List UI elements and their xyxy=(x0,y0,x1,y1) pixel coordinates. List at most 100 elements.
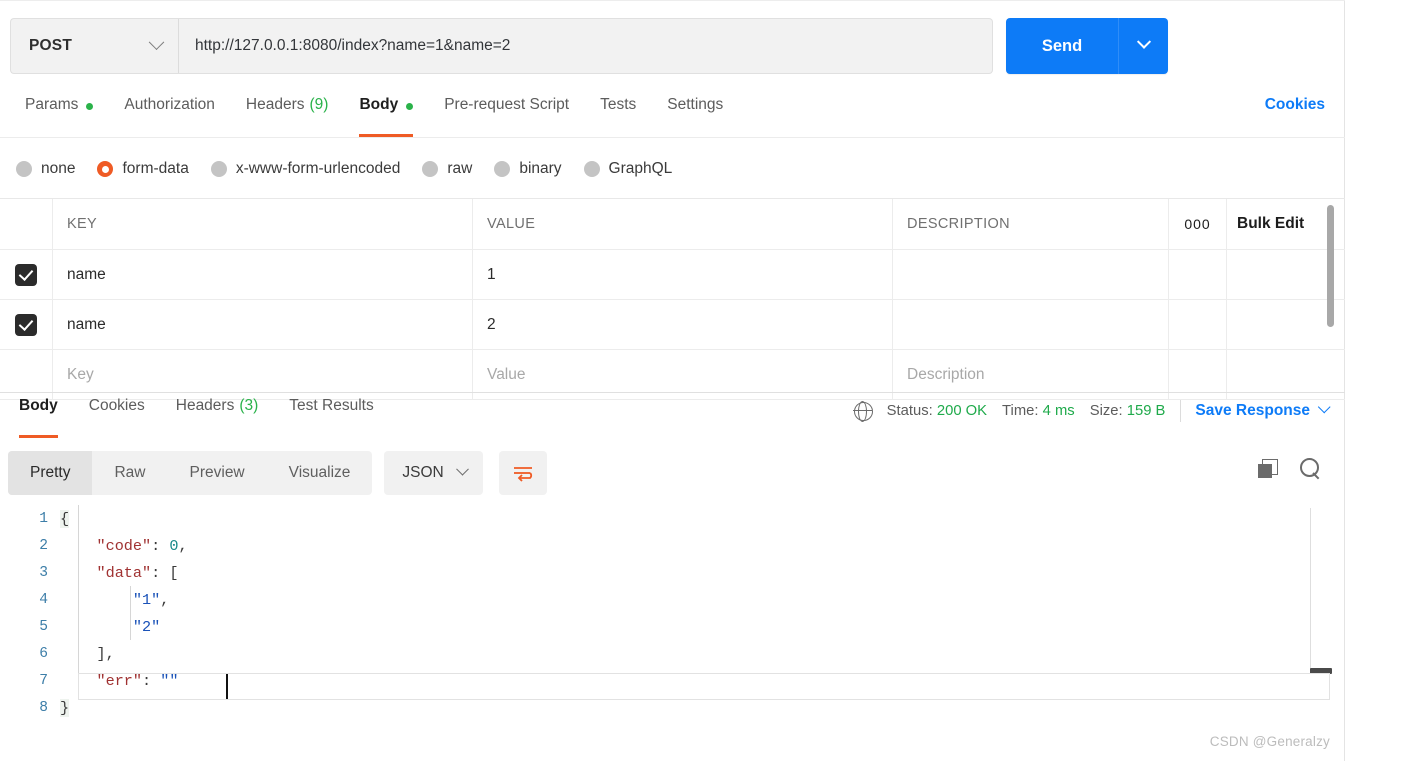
body-type-graphql[interactable]: GraphQL xyxy=(583,160,672,178)
code-token: , xyxy=(178,536,188,555)
globe-icon xyxy=(853,401,873,422)
code-token: : xyxy=(142,671,161,690)
divider xyxy=(1180,400,1182,422)
search-icon[interactable] xyxy=(1300,458,1322,480)
tab-label: Authorization xyxy=(124,96,215,113)
code-line: 2 "code": 0, xyxy=(0,532,1345,559)
code-line: 4 "1", xyxy=(0,586,1345,613)
table-options-icon[interactable]: 000 xyxy=(1184,216,1210,232)
code-token: "1" xyxy=(132,590,161,609)
unsaved-dot-icon xyxy=(86,103,94,110)
code-line-text: "2" xyxy=(60,618,160,636)
row-checkbox[interactable] xyxy=(15,313,37,336)
new-description-input[interactable]: Description xyxy=(907,366,985,384)
save-response-button[interactable]: Save Response xyxy=(1195,400,1331,420)
row-value[interactable]: 1 xyxy=(487,266,496,284)
response-tab-body[interactable]: Body xyxy=(4,393,74,438)
body-type-x-www-form-urlencoded[interactable]: x-www-form-urlencoded xyxy=(210,160,400,178)
language-select[interactable]: JSON xyxy=(384,451,483,495)
body-type-label: raw xyxy=(447,160,473,177)
word-wrap-button[interactable] xyxy=(498,451,547,495)
copy-icon[interactable] xyxy=(1258,459,1278,479)
tab-body[interactable]: Body xyxy=(344,92,429,137)
tab-label: Params xyxy=(25,96,79,113)
line-number: 7 xyxy=(39,672,48,689)
url-input[interactable]: http://127.0.0.1:8080/index?name=1&name=… xyxy=(178,18,993,74)
status-item: Status: 200 OK xyxy=(887,403,987,419)
row-value[interactable]: 2 xyxy=(487,316,496,334)
code-token: [ xyxy=(169,563,179,582)
tab-label: Settings xyxy=(667,96,724,113)
window-right-gutter xyxy=(1345,0,1411,761)
row-key[interactable]: name xyxy=(67,316,106,334)
code-line: 5 "2" xyxy=(0,613,1345,640)
format-tab-raw[interactable]: Raw xyxy=(92,451,167,495)
word-wrap-icon xyxy=(513,467,532,482)
tab-label: Body xyxy=(359,96,399,113)
format-tab-preview[interactable]: Preview xyxy=(168,451,267,495)
bulk-edit-button[interactable]: Bulk Edit xyxy=(1237,215,1304,233)
active-line-highlight xyxy=(78,673,1330,700)
body-type-raw[interactable]: raw xyxy=(422,160,472,178)
new-value-input[interactable]: Value xyxy=(487,366,526,384)
response-tab-cookies[interactable]: Cookies xyxy=(74,393,161,438)
row-key[interactable]: name xyxy=(67,266,106,284)
tab-authorization[interactable]: Authorization xyxy=(109,92,230,137)
format-tab-visualize[interactable]: Visualize xyxy=(267,451,373,495)
code-token: 0 xyxy=(169,536,179,555)
body-type-none[interactable]: none xyxy=(16,160,75,178)
response-tab-headers[interactable]: Headers (3) xyxy=(161,393,275,438)
line-number: 6 xyxy=(39,645,48,662)
http-method-select[interactable]: POST xyxy=(10,18,178,74)
tab-headers[interactable]: Headers (9) xyxy=(231,92,345,137)
code-line: 6 ], xyxy=(0,640,1345,667)
new-key-input[interactable]: Key xyxy=(67,366,94,384)
body-type-label: none xyxy=(41,160,76,177)
send-options-button[interactable] xyxy=(1118,18,1168,74)
radio-icon xyxy=(494,161,511,177)
response-body-code[interactable]: 1{2 "code": 0, 3 "data": [4 "1", 5 "2" 6 ],… xyxy=(0,505,1345,761)
body-type-binary[interactable]: binary xyxy=(494,160,562,178)
body-type-form-data[interactable]: form-data xyxy=(97,160,189,178)
table-row[interactable]: name 2 xyxy=(0,300,1345,350)
form-data-table: KEY VALUE DESCRIPTION 000 Bulk Edit name… xyxy=(0,198,1345,400)
line-number: 2 xyxy=(39,537,48,554)
line-number: 4 xyxy=(39,591,48,608)
tab-settings[interactable]: Settings xyxy=(652,92,739,137)
format-tab-pretty[interactable]: Pretty xyxy=(8,451,93,495)
table-vertical-scrollbar[interactable] xyxy=(1327,205,1334,327)
tab-pre-request-script[interactable]: Pre-request Script xyxy=(429,92,585,137)
language-label: JSON xyxy=(402,464,444,481)
send-button[interactable]: Send xyxy=(1006,18,1118,74)
table-row[interactable]: name 1 xyxy=(0,250,1345,300)
tab-label: Headers xyxy=(175,397,235,414)
tab-tests[interactable]: Tests xyxy=(585,92,652,137)
time-item: Time: 4 ms xyxy=(1002,403,1075,419)
radio-selected-icon xyxy=(97,161,114,177)
body-type-label: binary xyxy=(519,160,562,177)
line-number: 8 xyxy=(39,699,48,716)
response-format-toolbar: Pretty Raw Preview Visualize JSON xyxy=(0,448,1345,498)
code-token: "code" xyxy=(96,536,152,555)
table-header-row: KEY VALUE DESCRIPTION 000 Bulk Edit xyxy=(0,199,1345,250)
code-token: ] xyxy=(96,644,106,663)
code-token: : xyxy=(151,536,170,555)
column-header-key: KEY xyxy=(67,216,98,232)
chevron-down-icon xyxy=(1136,34,1151,49)
cookies-link[interactable]: Cookies xyxy=(1265,96,1325,114)
postman-request-response-pane: POST http://127.0.0.1:8080/index?name=1&… xyxy=(0,0,1345,761)
format-tab-group: Pretty Raw Preview Visualize xyxy=(8,451,373,495)
code-line-text: "data": [ xyxy=(60,563,179,582)
watermark: CSDN @Generalzy xyxy=(1209,734,1330,749)
time-label: Time: xyxy=(1002,403,1039,419)
response-tab-test-results[interactable]: Test Results xyxy=(274,393,389,438)
tab-params[interactable]: Params xyxy=(10,92,109,137)
size-value: 159 B xyxy=(1126,403,1166,419)
code-token: , xyxy=(105,644,115,663)
row-checkbox[interactable] xyxy=(15,263,37,286)
radio-icon xyxy=(210,161,227,177)
code-line-text: "err": "" xyxy=(60,671,178,690)
